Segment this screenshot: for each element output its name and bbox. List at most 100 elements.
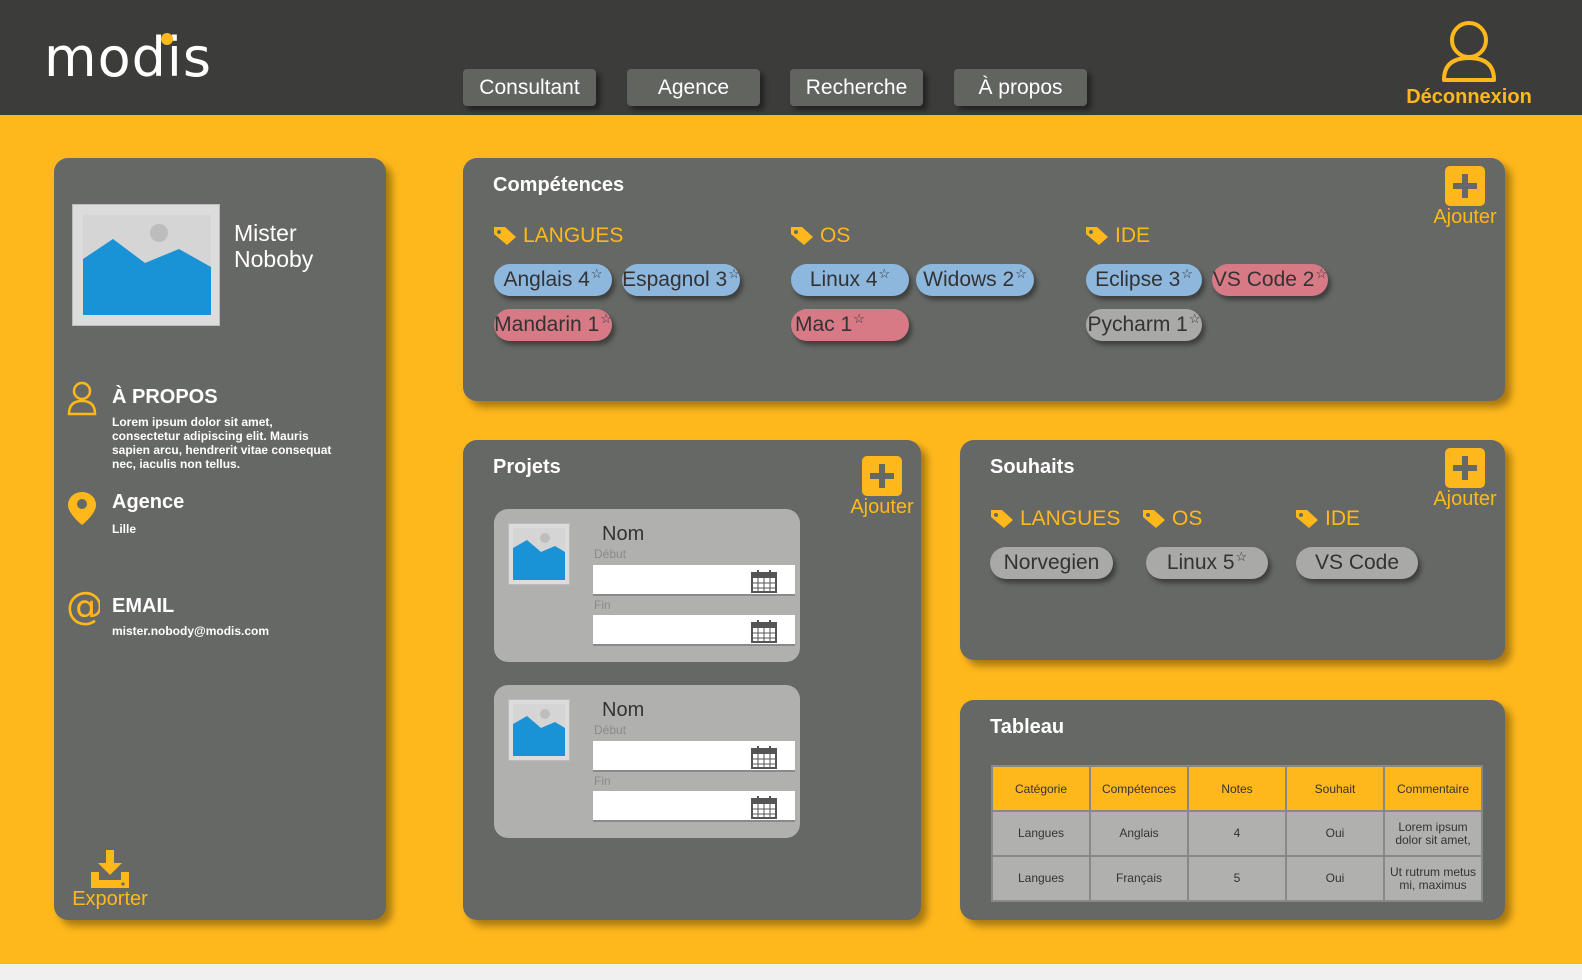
- project-image[interactable]: [508, 523, 570, 585]
- table-cell: 4: [1187, 810, 1287, 857]
- nav-apropos-button[interactable]: À propos: [954, 69, 1087, 106]
- star-icon: ☆: [1315, 266, 1328, 281]
- star-icon: ☆: [728, 266, 740, 281]
- wish-chip-vscode[interactable]: VS Code: [1296, 547, 1418, 579]
- wish-chip-linux[interactable]: Linux 5 ☆: [1146, 547, 1268, 579]
- start-date-label: Début: [594, 723, 627, 737]
- bottom-strip: [0, 964, 1582, 980]
- plus-icon: [1445, 166, 1485, 206]
- category-label: OS: [820, 224, 851, 247]
- project-card: Nom Début Fin: [494, 685, 800, 838]
- chip-mac[interactable]: Mac 1 ☆: [791, 309, 909, 341]
- profile-panel: Mister Noboby À PROPOS Lorem ipsum dolor…: [54, 158, 386, 920]
- nav-consultant-button[interactable]: Consultant: [463, 69, 596, 106]
- table-cell: Langues: [991, 855, 1091, 902]
- category-os: OS: [790, 224, 850, 248]
- chip-espagnol[interactable]: Espagnol 3 ☆: [622, 264, 740, 296]
- profile-avatar[interactable]: [72, 204, 220, 326]
- tag-icon: [494, 227, 516, 245]
- calendar-icon[interactable]: [751, 619, 777, 643]
- profile-last-name: Noboby: [234, 246, 314, 272]
- star-icon: ☆: [878, 266, 891, 281]
- add-label: Ajouter: [1433, 488, 1497, 510]
- about-text: Lorem ipsum dolor sit amet, consectetur …: [112, 415, 332, 471]
- project-card: Nom Début Fin: [494, 509, 800, 662]
- table-cell: Ut rutrum metus mi, maximus: [1383, 855, 1483, 902]
- email-value[interactable]: mister.nobody@modis.com: [112, 624, 269, 638]
- chip-eclipse[interactable]: Eclipse 3 ☆: [1086, 264, 1202, 296]
- profile-name: Mister Noboby: [234, 220, 313, 272]
- start-date-label: Début: [594, 547, 627, 561]
- category-label: IDE: [1115, 224, 1151, 247]
- table-cell: Lorem ipsum dolor sit amet,: [1383, 810, 1483, 857]
- projets-panel: Projets Ajouter Nom Début Fin Nom Début …: [463, 440, 921, 920]
- star-icon: ☆: [853, 311, 865, 326]
- export-button[interactable]: Exporter: [70, 848, 150, 911]
- chip-pycharm[interactable]: Pycharm 1 ☆: [1086, 309, 1202, 341]
- plus-icon: [1445, 448, 1485, 488]
- calendar-icon[interactable]: [751, 795, 777, 819]
- projets-add-button[interactable]: Ajouter: [846, 456, 918, 519]
- add-label: Ajouter: [850, 496, 914, 518]
- star-icon: ☆: [600, 311, 612, 326]
- start-date-input[interactable]: [593, 741, 795, 772]
- table-row: Langues Anglais 4 Oui Lorem ipsum dolor …: [991, 810, 1483, 857]
- image-placeholder-icon: [513, 704, 565, 756]
- end-date-input[interactable]: [593, 615, 795, 646]
- nav-recherche-button[interactable]: Recherche: [790, 69, 923, 106]
- category-label: LANGUES: [523, 224, 624, 247]
- nav-agence-button[interactable]: Agence: [627, 69, 760, 106]
- souhaits-add-button[interactable]: Ajouter: [1429, 448, 1501, 511]
- image-placeholder-icon: [83, 215, 211, 315]
- project-name: Nom: [602, 699, 645, 721]
- category-label: OS: [1172, 507, 1203, 530]
- wish-category-ide: IDE: [1295, 507, 1360, 531]
- tableau-title: Tableau: [990, 716, 1065, 738]
- table-cell: Langues: [991, 810, 1091, 857]
- chip-vscode[interactable]: VS Code 2 ☆: [1212, 264, 1328, 296]
- plus-icon: [862, 456, 902, 496]
- star-icon: ☆: [1188, 311, 1201, 326]
- column-header: Notes: [1187, 765, 1287, 812]
- column-header: Compétences: [1089, 765, 1189, 812]
- summary-table: Catégorie Compétences Notes Souhait Comm…: [991, 765, 1483, 902]
- chip-linux[interactable]: Linux 4 ☆: [791, 264, 909, 296]
- top-bar: modis Consultant Agence Recherche À prop…: [0, 0, 1582, 115]
- wish-category-os: OS: [1142, 507, 1202, 531]
- category-ide: IDE: [1085, 224, 1150, 248]
- export-label: Exporter: [72, 888, 148, 910]
- image-placeholder-icon: [513, 528, 565, 580]
- wish-chip-norvegien[interactable]: Norvegien: [990, 547, 1113, 579]
- tag-icon: [991, 510, 1013, 528]
- calendar-icon[interactable]: [751, 569, 777, 593]
- tag-icon: [791, 227, 813, 245]
- modis-logo[interactable]: modis: [44, 26, 212, 89]
- table-cell: Français: [1089, 855, 1189, 902]
- chip-anglais[interactable]: Anglais 4 ☆: [494, 264, 612, 296]
- category-langues: LANGUES: [493, 224, 623, 248]
- tag-icon: [1296, 510, 1318, 528]
- table-cell: Oui: [1285, 855, 1385, 902]
- start-date-input[interactable]: [593, 565, 795, 596]
- profile-first-name: Mister: [234, 220, 297, 246]
- star-icon: ☆: [590, 266, 603, 281]
- project-image[interactable]: [508, 699, 570, 761]
- competences-title: Compétences: [493, 174, 625, 196]
- end-date-input[interactable]: [593, 791, 795, 822]
- end-date-label: Fin: [594, 774, 611, 788]
- souhaits-panel: Souhaits Ajouter LANGUES OS IDE Norvegie…: [960, 440, 1505, 660]
- agency-title: Agence: [112, 491, 185, 513]
- logout-button[interactable]: Déconnexion: [1404, 18, 1534, 109]
- user-outline-icon: [67, 381, 97, 416]
- download-icon: [91, 850, 129, 888]
- category-label: IDE: [1325, 507, 1361, 530]
- chip-widows[interactable]: Widows 2 ☆: [916, 264, 1034, 296]
- column-header: Commentaire: [1383, 765, 1483, 812]
- svg-text:@: @: [66, 586, 100, 626]
- calendar-icon[interactable]: [751, 745, 777, 769]
- star-icon: ☆: [1015, 266, 1027, 281]
- user-outline-icon: [1442, 21, 1496, 82]
- chip-mandarin[interactable]: Mandarin 1 ☆: [494, 309, 612, 341]
- projets-title: Projets: [493, 456, 561, 478]
- competences-add-button[interactable]: Ajouter: [1429, 166, 1501, 229]
